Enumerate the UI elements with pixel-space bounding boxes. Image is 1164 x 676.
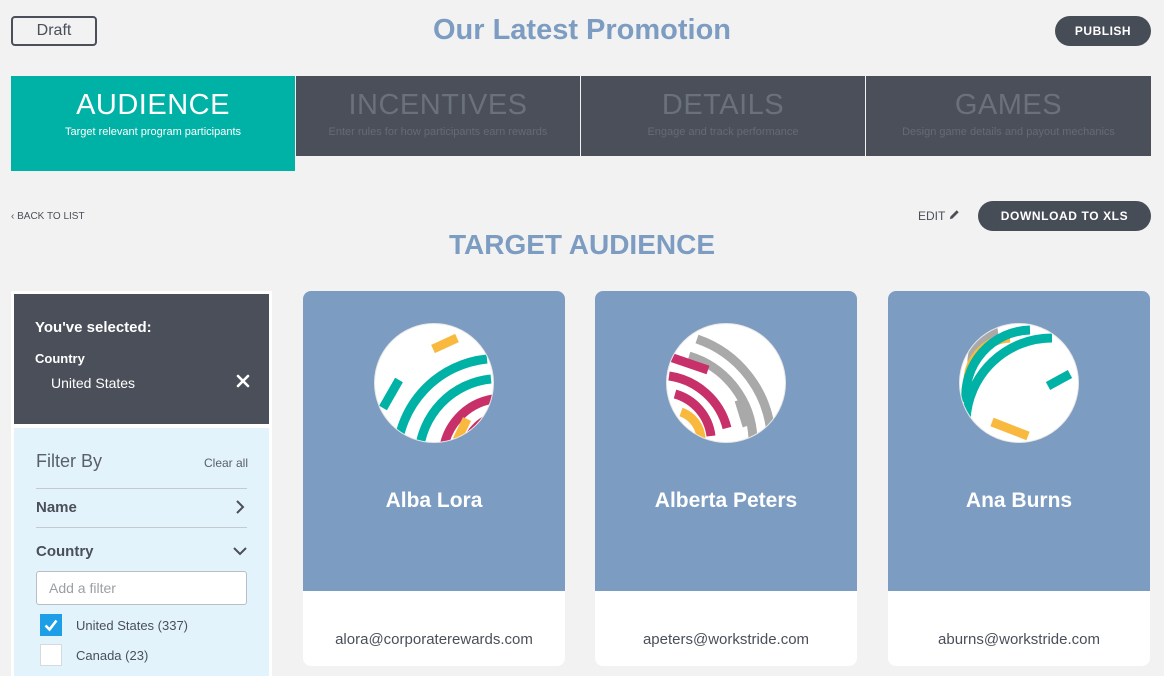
tab-title: GAMES <box>954 89 1063 121</box>
participant-email: alora@corporaterewards.com <box>335 631 533 648</box>
section-title: TARGET AUDIENCE <box>449 229 715 260</box>
checkbox[interactable] <box>40 644 62 666</box>
filter-sidebar: You've selected: Country United States F… <box>11 291 272 676</box>
tab-incentives[interactable]: INCENTIVES Enter rules for how participa… <box>295 76 580 156</box>
tab-title: INCENTIVES <box>348 89 528 121</box>
participant-name: Alberta Peters <box>654 489 798 512</box>
option-label: Canada (23) <box>76 647 149 663</box>
tab-games[interactable]: GAMES Design game details and payout mec… <box>865 76 1151 156</box>
clear-all-link[interactable]: Clear all <box>204 456 248 470</box>
selected-filters-panel: You've selected: Country United States <box>14 294 269 424</box>
tab-subtitle: Target relevant program participants <box>64 126 242 138</box>
country-option-canada[interactable]: Canada (23) <box>40 644 148 666</box>
back-to-list-link[interactable]: ‹ BACK TO LIST <box>11 211 85 222</box>
edit-link[interactable]: EDIT <box>918 209 960 223</box>
participant-name: Ana Burns <box>965 489 1073 512</box>
edit-label: EDIT <box>918 209 946 223</box>
back-label: BACK TO LIST <box>17 211 85 222</box>
filter-panel: Filter By Clear all Name Country United … <box>14 428 269 676</box>
participant-name: Alba Lora <box>385 489 483 512</box>
checkbox[interactable] <box>40 614 62 636</box>
tab-subtitle: Enter rules for how participants earn re… <box>328 126 548 138</box>
participant-card[interactable]: Alba Lora alora@corporaterewards.com <box>303 291 565 666</box>
participant-card[interactable]: Ana Burns aburns@workstride.com <box>888 291 1150 666</box>
option-label: United States (337) <box>76 617 189 633</box>
step-tabs: AUDIENCE Target relevant program partici… <box>11 76 1151 171</box>
avatar <box>666 323 786 443</box>
filter-group-label: Name <box>36 499 77 516</box>
tab-audience[interactable]: AUDIENCE Target relevant program partici… <box>11 76 295 171</box>
country-option-united-states[interactable]: United States (337) <box>40 614 188 636</box>
avatar <box>959 323 1079 443</box>
close-icon[interactable] <box>234 372 252 390</box>
publish-button[interactable]: PUBLISH <box>1055 16 1151 46</box>
add-filter-input[interactable] <box>36 571 247 605</box>
chevron-right-icon <box>233 500 247 514</box>
filter-group-country[interactable]: Country <box>36 540 247 564</box>
checkmark-icon <box>44 619 58 632</box>
pencil-icon <box>949 209 960 223</box>
filter-group-name[interactable]: Name <box>36 496 247 520</box>
selected-heading: You've selected: <box>35 319 152 336</box>
page-title: Our Latest Promotion <box>432 14 732 46</box>
avatar <box>374 323 494 443</box>
selected-category: Country <box>35 351 85 366</box>
participant-card[interactable]: Alberta Peters apeters@workstride.com <box>595 291 857 666</box>
selected-value: United States <box>51 375 136 391</box>
filter-group-label: Country <box>36 543 94 560</box>
tab-details[interactable]: DETAILS Engage and track performance <box>580 76 865 156</box>
tab-title: DETAILS <box>661 89 785 121</box>
tab-subtitle: Engage and track performance <box>647 126 799 138</box>
tab-title: AUDIENCE <box>76 89 230 121</box>
tab-subtitle: Design game details and payout mechanics <box>902 126 1115 138</box>
chevron-down-icon <box>233 544 247 558</box>
divider <box>36 488 247 489</box>
download-xls-button[interactable]: DOWNLOAD TO XLS <box>978 201 1151 231</box>
participant-email: apeters@workstride.com <box>642 631 810 648</box>
divider <box>36 527 247 528</box>
chevron-left-icon: ‹ <box>11 211 15 222</box>
participant-email: aburns@workstride.com <box>938 631 1100 648</box>
filter-heading: Filter By <box>36 451 103 471</box>
